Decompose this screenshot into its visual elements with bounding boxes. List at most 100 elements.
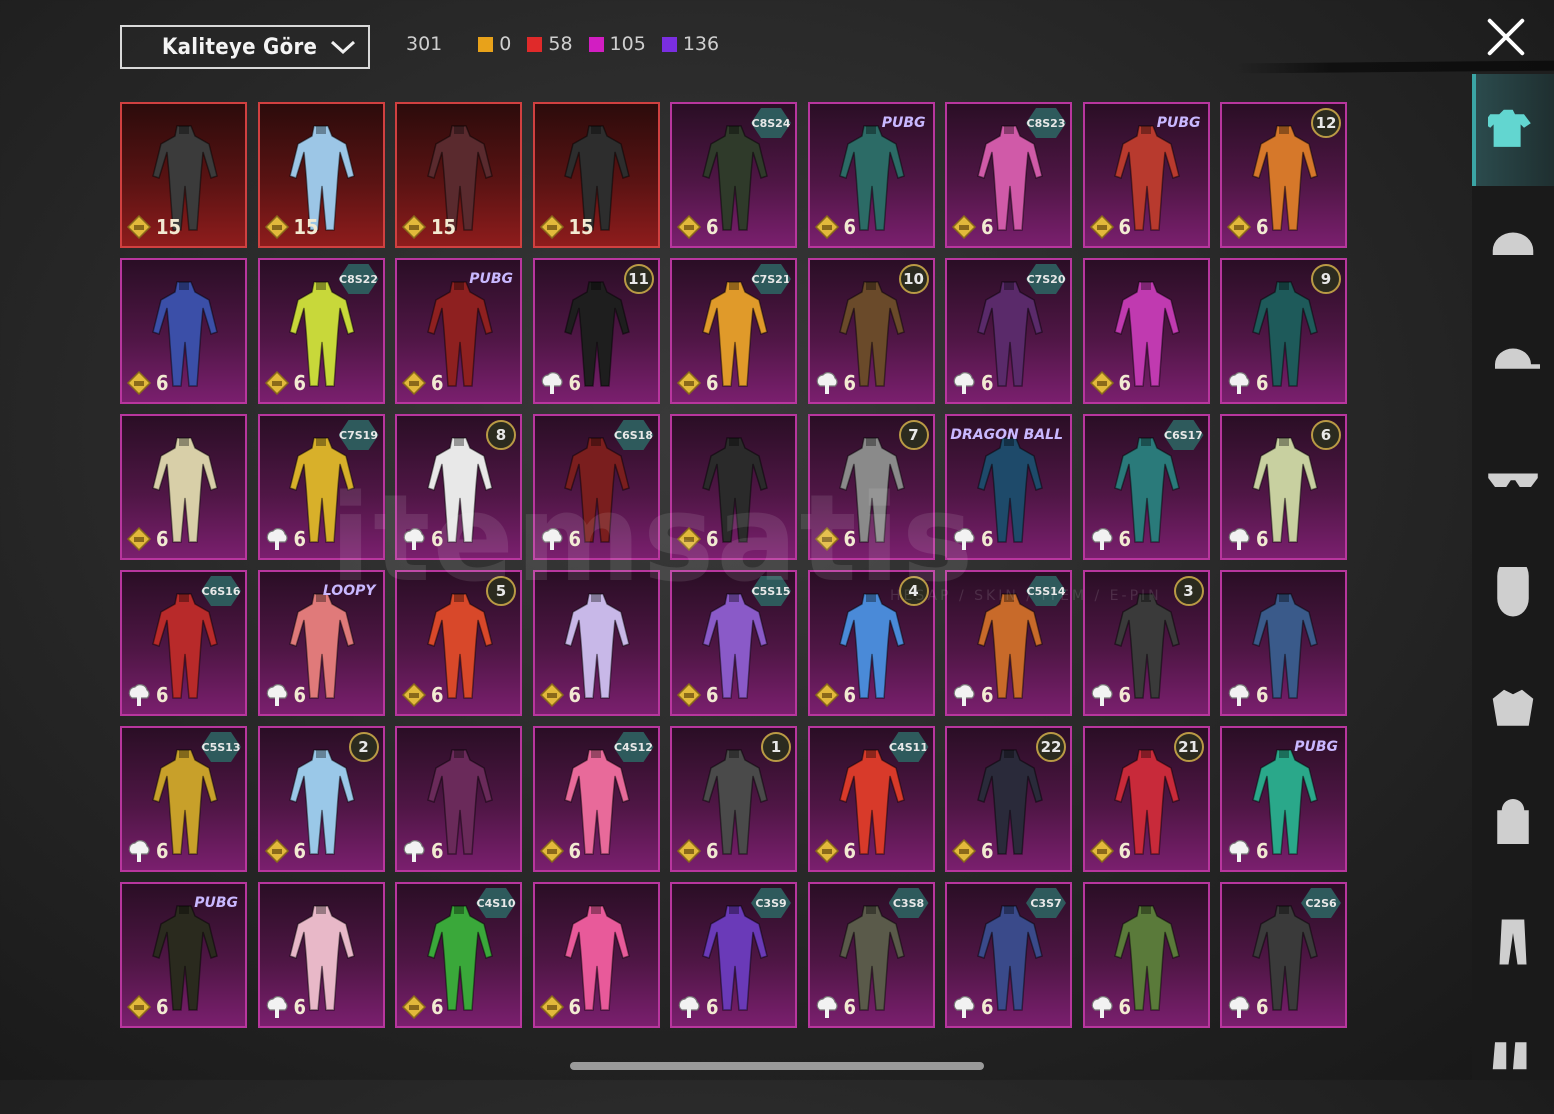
item-price: 6 [264, 994, 306, 1020]
outfit-item-card[interactable]: C7S20 6 [945, 258, 1072, 404]
gold-coupon-icon [814, 838, 839, 864]
item-quantity: 6 [293, 527, 307, 551]
outfit-item-card[interactable]: C3S8 6 [807, 882, 935, 1028]
decorative-brush-stroke [1235, 60, 1554, 74]
gold-coupon-icon [539, 214, 564, 240]
outfit-item-card[interactable]: C2S6 6 [1220, 882, 1347, 1028]
outfit-item-card[interactable]: PUBG 6 [395, 258, 522, 404]
outfit-item-card[interactable]: 56 [395, 570, 522, 716]
silver-coupon-icon [266, 996, 288, 1018]
item-quantity: 15 [293, 215, 319, 239]
outfit-item-card[interactable]: 6 [120, 258, 247, 404]
item-price: 6 [401, 838, 444, 864]
outfit-item-card[interactable]: 6 [1082, 258, 1210, 404]
outfit-item-card[interactable]: C7S21 6 [670, 258, 797, 404]
outfit-item-card[interactable]: 15 [395, 102, 522, 248]
category-tab-helmet[interactable] [1472, 190, 1554, 302]
outfit-item-card[interactable]: C4S12 6 [532, 726, 660, 872]
outfit-item-card[interactable]: C5S15 6 [670, 570, 797, 716]
silver-coupon-icon [953, 528, 975, 550]
outfit-item-card[interactable]: 6 [532, 570, 660, 716]
gold-coupon-icon [126, 214, 152, 240]
item-quantity: 6 [1118, 215, 1132, 239]
silver-coupon-icon [128, 840, 150, 862]
outfit-item-card[interactable]: PUBG 6 [1220, 726, 1347, 872]
outfit-item-card[interactable]: C6S17 6 [1082, 414, 1210, 560]
silver-coupon-icon [953, 372, 975, 394]
level-badge: 4 [898, 576, 929, 606]
outfit-item-card[interactable]: C5S13 6 [120, 726, 247, 872]
outfit-item-card[interactable]: 66 [1220, 414, 1347, 560]
sort-dropdown[interactable]: Kaliteye Göre [120, 25, 370, 69]
outfit-item-card[interactable]: PUBG 6 [807, 102, 935, 248]
outfit-item-card[interactable]: C6S16 6 [120, 570, 247, 716]
category-tab-cap[interactable] [1472, 306, 1554, 418]
outfit-item-card[interactable]: 76 [807, 414, 935, 560]
outfit-item-card[interactable]: PUBG 6 [1082, 102, 1210, 248]
item-quantity: 6 [843, 371, 857, 395]
gold-coupon-icon [401, 370, 427, 396]
outfit-item-card[interactable]: C6S18 6 [532, 414, 660, 560]
outfit-item-card[interactable]: LOOPY 6 [257, 570, 385, 716]
brand-badge: DRAGON BALL [950, 427, 1063, 443]
outfit-item-card[interactable]: PUBG 6 [120, 882, 247, 1028]
outfit-item-card[interactable]: 6 [395, 726, 522, 872]
outfit-item-card[interactable]: 16 [670, 726, 797, 872]
outfit-item-card[interactable]: 21 6 [1082, 726, 1210, 872]
outfit-item-card[interactable]: 12 6 [1220, 102, 1347, 248]
item-quantity: 6 [843, 215, 857, 239]
outfit-item-card[interactable]: 6 [532, 882, 660, 1028]
outfit-item-card[interactable]: C8S22 6 [257, 258, 385, 404]
outfit-item-card[interactable]: C8S23 6 [945, 102, 1072, 248]
category-tab-mask[interactable] [1472, 538, 1554, 650]
shoes-icon [1492, 1042, 1527, 1070]
level-badge: 10 [898, 264, 929, 294]
close-button[interactable] [1485, 16, 1527, 58]
outfit-item-card[interactable]: 10 6 [807, 258, 935, 404]
item-price: 6 [1226, 838, 1269, 864]
level-badge: 12 [1311, 108, 1341, 138]
home-indicator[interactable] [570, 1062, 984, 1070]
outfit-item-card[interactable]: 15 [257, 102, 385, 248]
item-price: 6 [814, 370, 857, 396]
outfit-item-card[interactable]: C7S19 6 [257, 414, 385, 560]
outfit-item-card[interactable]: C3S7 6 [945, 882, 1072, 1028]
outfit-item-card[interactable]: C5S14 6 [945, 570, 1072, 716]
category-tab-outfit[interactable] [1472, 74, 1554, 186]
outfit-item-card[interactable]: 86 [395, 414, 522, 560]
outfit-item-card[interactable]: C3S9 6 [670, 882, 797, 1028]
outfit-item-card[interactable]: 11 6 [532, 258, 660, 404]
chevron-down-icon [330, 40, 356, 55]
category-tab-pants[interactable] [1472, 886, 1554, 998]
outfit-item-card[interactable]: 6 [1220, 570, 1347, 716]
outfit-item-card[interactable]: DRAGON BALL 6 [945, 414, 1072, 560]
outfit-item-card[interactable]: 6 [120, 414, 247, 560]
outfit-item-card[interactable]: 46 [807, 570, 935, 716]
silver-coupon-icon [266, 684, 288, 706]
outfit-item-card[interactable]: C4S11 6 [807, 726, 935, 872]
outfit-item-card[interactable]: C8S24 6 [670, 102, 797, 248]
category-tab-shoes[interactable] [1472, 1002, 1554, 1114]
category-tab-jacket[interactable] [1472, 654, 1554, 766]
outfit-item-card[interactable]: 6 [670, 414, 797, 560]
gold-coupon-icon [676, 370, 702, 396]
mask-icon [1497, 567, 1529, 617]
item-quantity: 6 [706, 995, 719, 1019]
outfit-item-card[interactable]: 6 [1082, 882, 1210, 1028]
category-tab-backpack[interactable] [1472, 770, 1554, 882]
outfit-item-card[interactable]: 26 [257, 726, 385, 872]
outfit-item-card[interactable]: 22 6 [945, 726, 1072, 872]
outfit-item-card[interactable]: 15 [532, 102, 660, 248]
silver-coupon-icon [953, 684, 975, 706]
outfit-item-card[interactable]: 15 [120, 102, 247, 248]
item-price: 6 [1089, 682, 1131, 708]
item-quantity: 6 [293, 683, 307, 707]
inventory-grid[interactable]: 15 15 15 15 C8S24 6 PUBG 6 C8S23 6 PUBG 6 12 6 6 C8S22 6… [120, 102, 1356, 1044]
gold-coupon-icon [676, 214, 702, 240]
outfit-item-card[interactable]: 6 [257, 882, 385, 1028]
item-price: 6 [264, 838, 306, 864]
outfit-item-card[interactable]: 96 [1220, 258, 1347, 404]
category-tab-glasses[interactable] [1472, 422, 1554, 534]
outfit-item-card[interactable]: 36 [1082, 570, 1210, 716]
outfit-item-card[interactable]: C4S10 6 [395, 882, 522, 1028]
